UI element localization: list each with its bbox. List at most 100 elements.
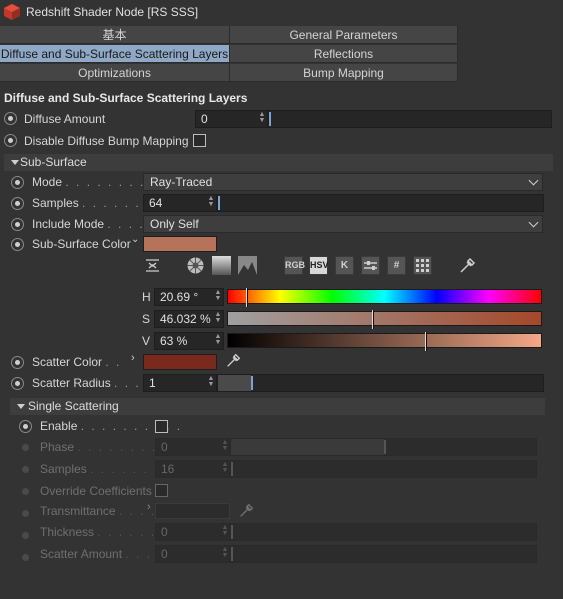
scatter-color-expand-icon[interactable]: › bbox=[131, 352, 135, 364]
include-mode-label: Include Mode . . . . bbox=[32, 217, 145, 231]
disable-bump-animate-dot[interactable] bbox=[4, 134, 17, 147]
ss-samples-animate-dot bbox=[22, 466, 29, 473]
phase-animate-dot bbox=[22, 444, 29, 451]
phase-slider-handle bbox=[384, 440, 386, 454]
samples-input[interactable]: 64 bbox=[143, 194, 217, 212]
transmittance-animate-dot bbox=[22, 510, 29, 517]
tab-optimizations[interactable]: Optimizations bbox=[0, 64, 230, 82]
scatter-color-animate-dot[interactable] bbox=[11, 356, 24, 369]
phase-slider bbox=[230, 438, 537, 456]
phase-input: 0 bbox=[155, 438, 230, 456]
scatter-radius-spinner[interactable]: ▲ ▼ bbox=[207, 375, 215, 390]
override-animate-dot bbox=[22, 488, 29, 495]
thickness-slider bbox=[230, 523, 537, 541]
diffuse-amount-animate-dot[interactable] bbox=[4, 112, 17, 125]
tab-basic[interactable]: 基本 bbox=[0, 26, 230, 44]
color-spectrum-icon[interactable] bbox=[212, 256, 231, 275]
tab-bump-mapping[interactable]: Bump Mapping bbox=[230, 64, 458, 82]
include-mode-animate-dot[interactable] bbox=[11, 218, 24, 231]
mode-dropdown[interactable]: Ray-Traced bbox=[143, 173, 543, 191]
tab-reflections[interactable]: Reflections bbox=[230, 45, 458, 63]
scatter-color-label: Scatter Color . . bbox=[32, 355, 122, 369]
enable-animate-dot[interactable] bbox=[19, 420, 32, 433]
transmittance-expand-icon: › bbox=[147, 501, 151, 513]
enable-checkbox[interactable] bbox=[155, 420, 168, 433]
saturation-spinner[interactable]: ▲ ▼ bbox=[214, 311, 222, 326]
scatter-radius-slider-fill bbox=[218, 375, 251, 391]
saturation-gradient-slider[interactable] bbox=[227, 310, 542, 329]
single-scattering-group-label: Single Scattering bbox=[28, 399, 119, 413]
subsurface-group-label: Sub-Surface bbox=[20, 155, 87, 169]
eyedropper-icon[interactable] bbox=[458, 256, 477, 275]
color-wheel-icon[interactable] bbox=[186, 256, 205, 275]
mode-animate-dot[interactable] bbox=[11, 176, 24, 189]
swatches-grid-icon[interactable] bbox=[413, 256, 432, 275]
kelvin-mode-button[interactable]: K bbox=[335, 256, 354, 275]
hue-slider-handle[interactable] bbox=[246, 288, 248, 307]
ss-samples-slider-handle bbox=[231, 462, 233, 476]
include-mode-value: Only Self bbox=[150, 217, 199, 231]
include-mode-dropdown[interactable]: Only Self bbox=[143, 215, 543, 233]
ss-samples-label: Samples . . . . . . . . bbox=[40, 462, 171, 476]
value-spinner[interactable]: ▲ ▼ bbox=[214, 333, 222, 348]
subsurface-group-header[interactable]: Sub-Surface bbox=[4, 154, 553, 171]
scatter-eyedropper-icon[interactable] bbox=[225, 352, 242, 369]
scatter-amount-slider-handle bbox=[231, 547, 233, 561]
scatter-radius-animate-dot[interactable] bbox=[11, 377, 24, 390]
rgb-mode-button[interactable]: RGB bbox=[284, 256, 305, 275]
thickness-label: Thickness . . . . . . . bbox=[40, 525, 167, 539]
mode-label: Mode . . . . . . . . . bbox=[32, 175, 157, 189]
mode-value: Ray-Traced bbox=[150, 175, 213, 189]
scatter-radius-slider[interactable] bbox=[217, 374, 544, 392]
phase-slider-fill bbox=[231, 439, 384, 455]
scatter-color-swatch[interactable] bbox=[143, 354, 217, 370]
chevron-down-icon bbox=[528, 175, 539, 186]
hex-mode-button[interactable]: # bbox=[387, 256, 406, 275]
chevron-down-icon bbox=[528, 217, 539, 228]
transmittance-label: Transmittance . . . . bbox=[40, 504, 157, 518]
samples-slider-handle[interactable] bbox=[218, 196, 220, 210]
value-gradient-slider[interactable] bbox=[227, 332, 542, 351]
diffuse-amount-slider[interactable] bbox=[268, 110, 552, 128]
saturation-label: S bbox=[142, 312, 151, 326]
redshift-cube-icon bbox=[4, 4, 20, 20]
disable-bump-checkbox[interactable] bbox=[193, 134, 206, 147]
ss-samples-spinner: ▲ ▼ bbox=[221, 461, 229, 474]
color-mixer-icon[interactable] bbox=[361, 256, 380, 275]
scatter-amount-slider bbox=[230, 545, 537, 563]
color-wheel-toggle-icon[interactable] bbox=[143, 256, 162, 275]
color-image-icon[interactable] bbox=[238, 256, 257, 275]
override-checkbox bbox=[155, 484, 168, 497]
value-slider-handle[interactable] bbox=[425, 332, 427, 351]
samples-spinner[interactable]: ▲ ▼ bbox=[207, 195, 215, 210]
transmittance-swatch bbox=[155, 503, 230, 519]
color-expand-chevron-icon[interactable]: ⌄ bbox=[131, 234, 139, 245]
saturation-slider-handle[interactable] bbox=[372, 310, 374, 329]
subsurface-color-label: Sub-Surface Color bbox=[32, 237, 131, 251]
samples-animate-dot[interactable] bbox=[11, 197, 24, 210]
scatter-amount-animate-dot bbox=[22, 554, 29, 561]
diffuse-amount-spinner[interactable]: ▲ ▼ bbox=[258, 111, 266, 126]
hue-spinner[interactable]: ▲ ▼ bbox=[214, 289, 222, 304]
scatter-radius-slider-handle[interactable] bbox=[251, 376, 253, 390]
thickness-spinner: ▲ ▼ bbox=[221, 524, 229, 537]
disable-bump-label: Disable Diffuse Bump Mapping bbox=[24, 134, 189, 148]
hsv-mode-button[interactable]: HSV bbox=[309, 256, 329, 275]
window-title: Redshift Shader Node [RS SSS] bbox=[26, 5, 199, 19]
tab-general-parameters[interactable]: General Parameters bbox=[230, 26, 458, 44]
ss-samples-input: 16 bbox=[155, 460, 230, 478]
subsurface-color-animate-dot[interactable] bbox=[11, 238, 24, 251]
thickness-slider-handle bbox=[231, 525, 233, 539]
subsurface-color-swatch[interactable] bbox=[143, 236, 217, 252]
hue-gradient-slider[interactable] bbox=[227, 288, 542, 307]
diffuse-amount-slider-handle[interactable] bbox=[269, 112, 271, 126]
single-scattering-group-header[interactable]: Single Scattering bbox=[10, 398, 545, 415]
scatter-radius-input[interactable]: 1 bbox=[143, 374, 217, 392]
scatter-radius-label: Scatter Radius . . . . bbox=[32, 376, 152, 390]
tab-diffuse-sss[interactable]: Diffuse and Sub-Surface Scattering Layer… bbox=[0, 45, 230, 63]
thickness-input: 0 bbox=[155, 523, 230, 541]
samples-slider[interactable] bbox=[217, 194, 544, 212]
thickness-animate-dot bbox=[22, 532, 29, 539]
collapse-triangle-icon bbox=[11, 160, 19, 165]
section-title: Diffuse and Sub-Surface Scattering Layer… bbox=[4, 91, 248, 105]
